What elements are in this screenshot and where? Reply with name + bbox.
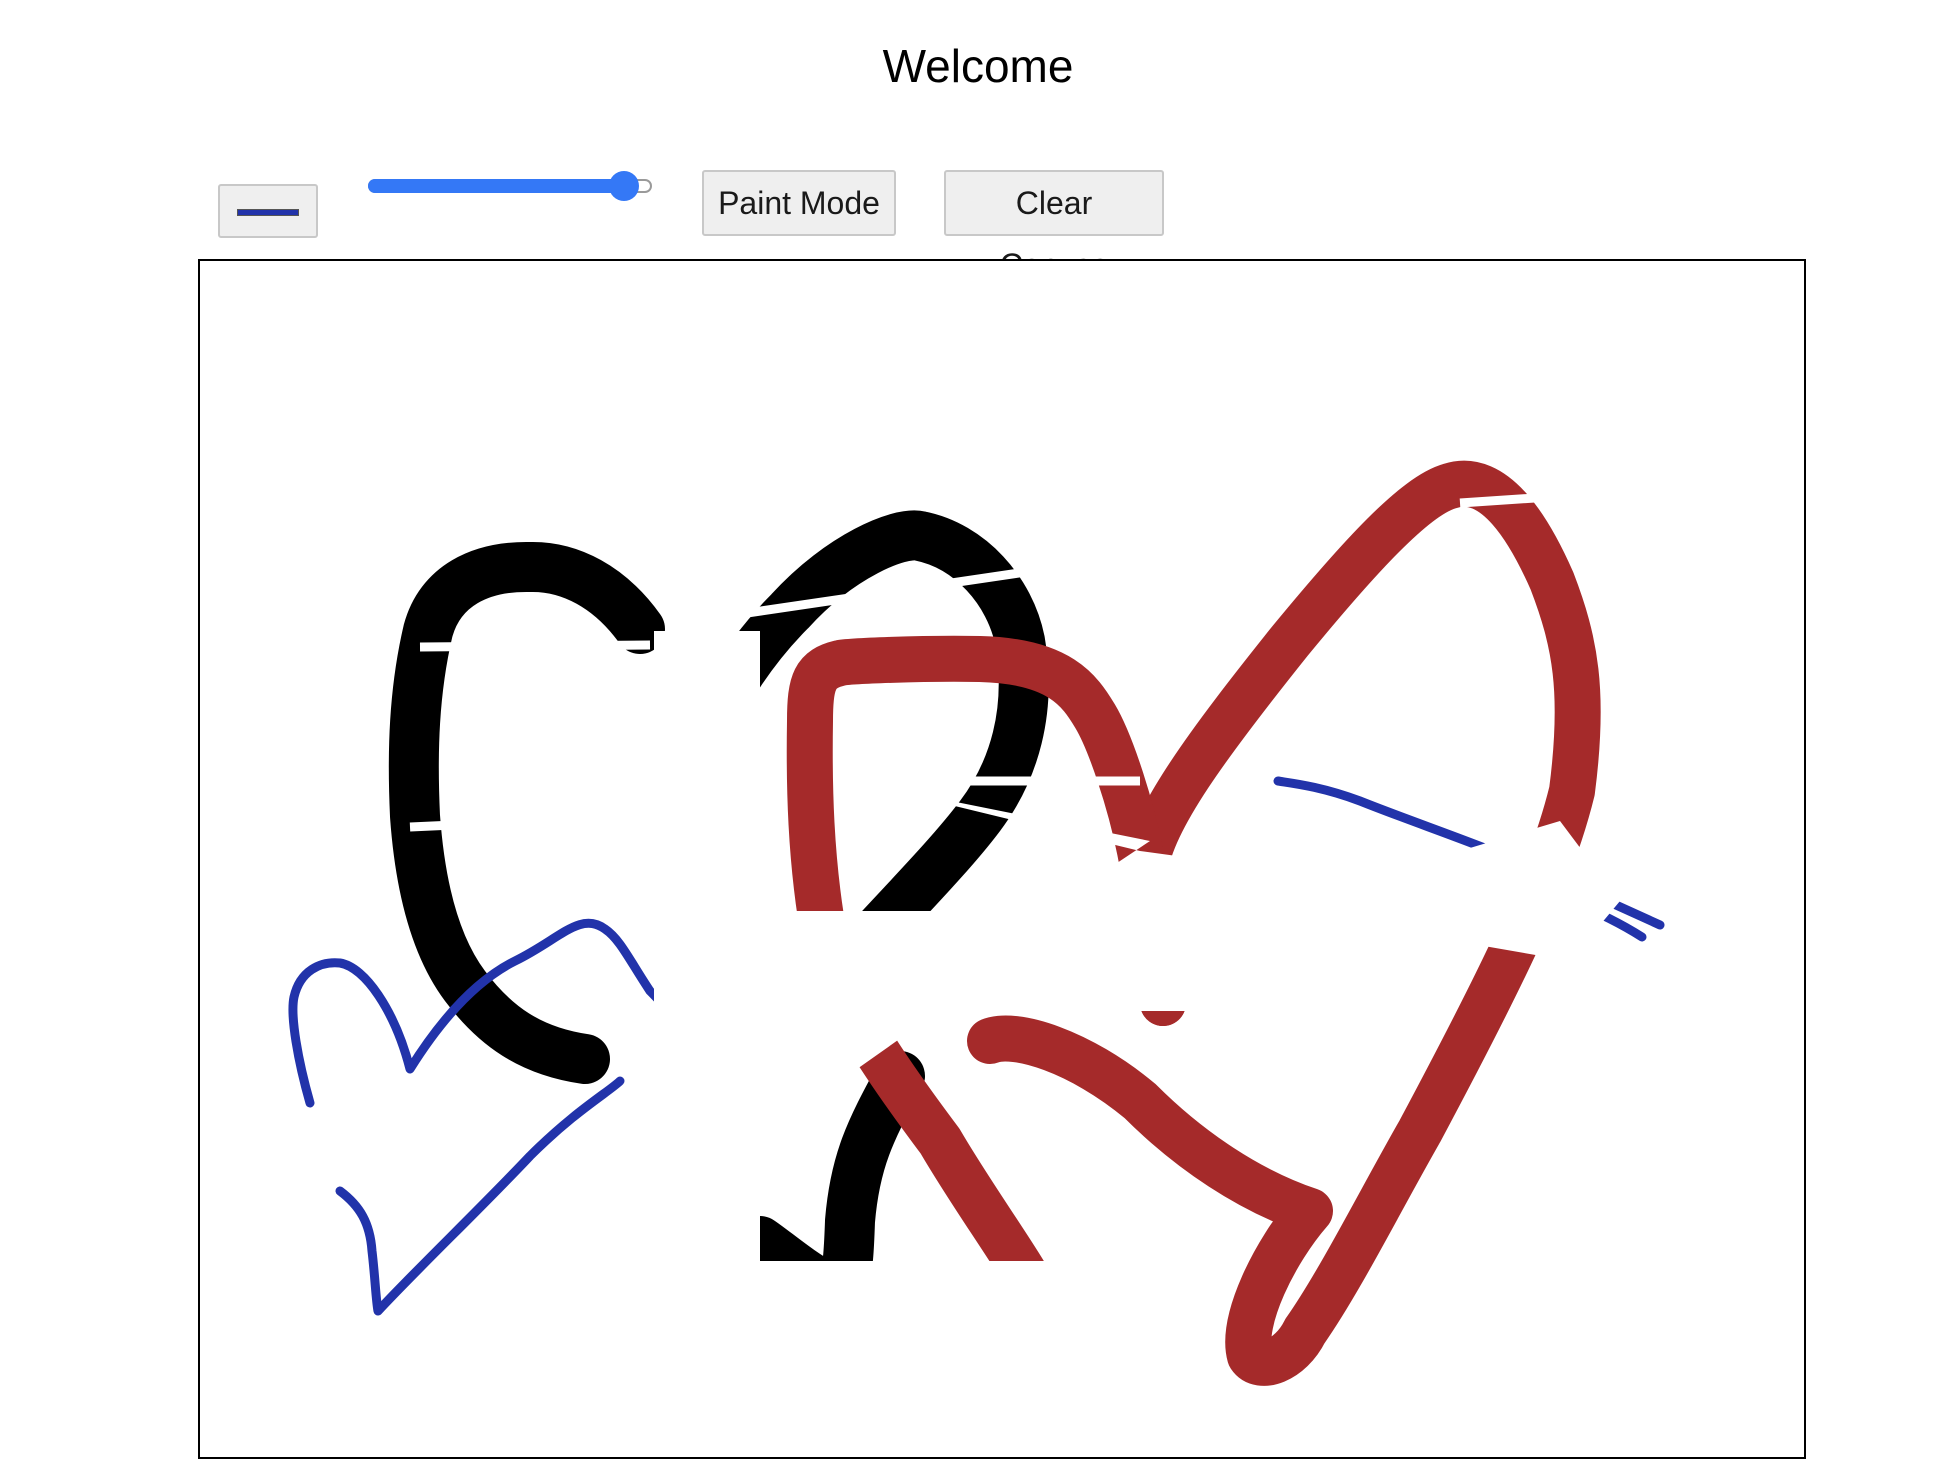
blue-stroke [335, 1076, 625, 1316]
red-stroke [967, 460, 1601, 1386]
blue-stroke [1565, 896, 1647, 942]
slider-thumb[interactable] [608, 171, 639, 201]
black-stroke [388, 542, 665, 1084]
black-stroke [655, 510, 1049, 986]
drawing-canvas[interactable] [198, 259, 1806, 1459]
clear-canvas-button[interactable]: Clear Canvas [944, 170, 1164, 283]
slider-fill [368, 179, 624, 193]
paint-mode-button[interactable]: Paint Mode [702, 170, 896, 236]
black-stroke [735, 1051, 925, 1314]
color-swatch-icon [237, 209, 299, 216]
brush-size-slider[interactable] [364, 168, 656, 202]
color-picker-button[interactable] [218, 184, 318, 238]
canvas-drawing [288, 460, 1665, 1386]
blue-stroke [1273, 776, 1665, 930]
page-title: Welcome [882, 40, 1074, 92]
